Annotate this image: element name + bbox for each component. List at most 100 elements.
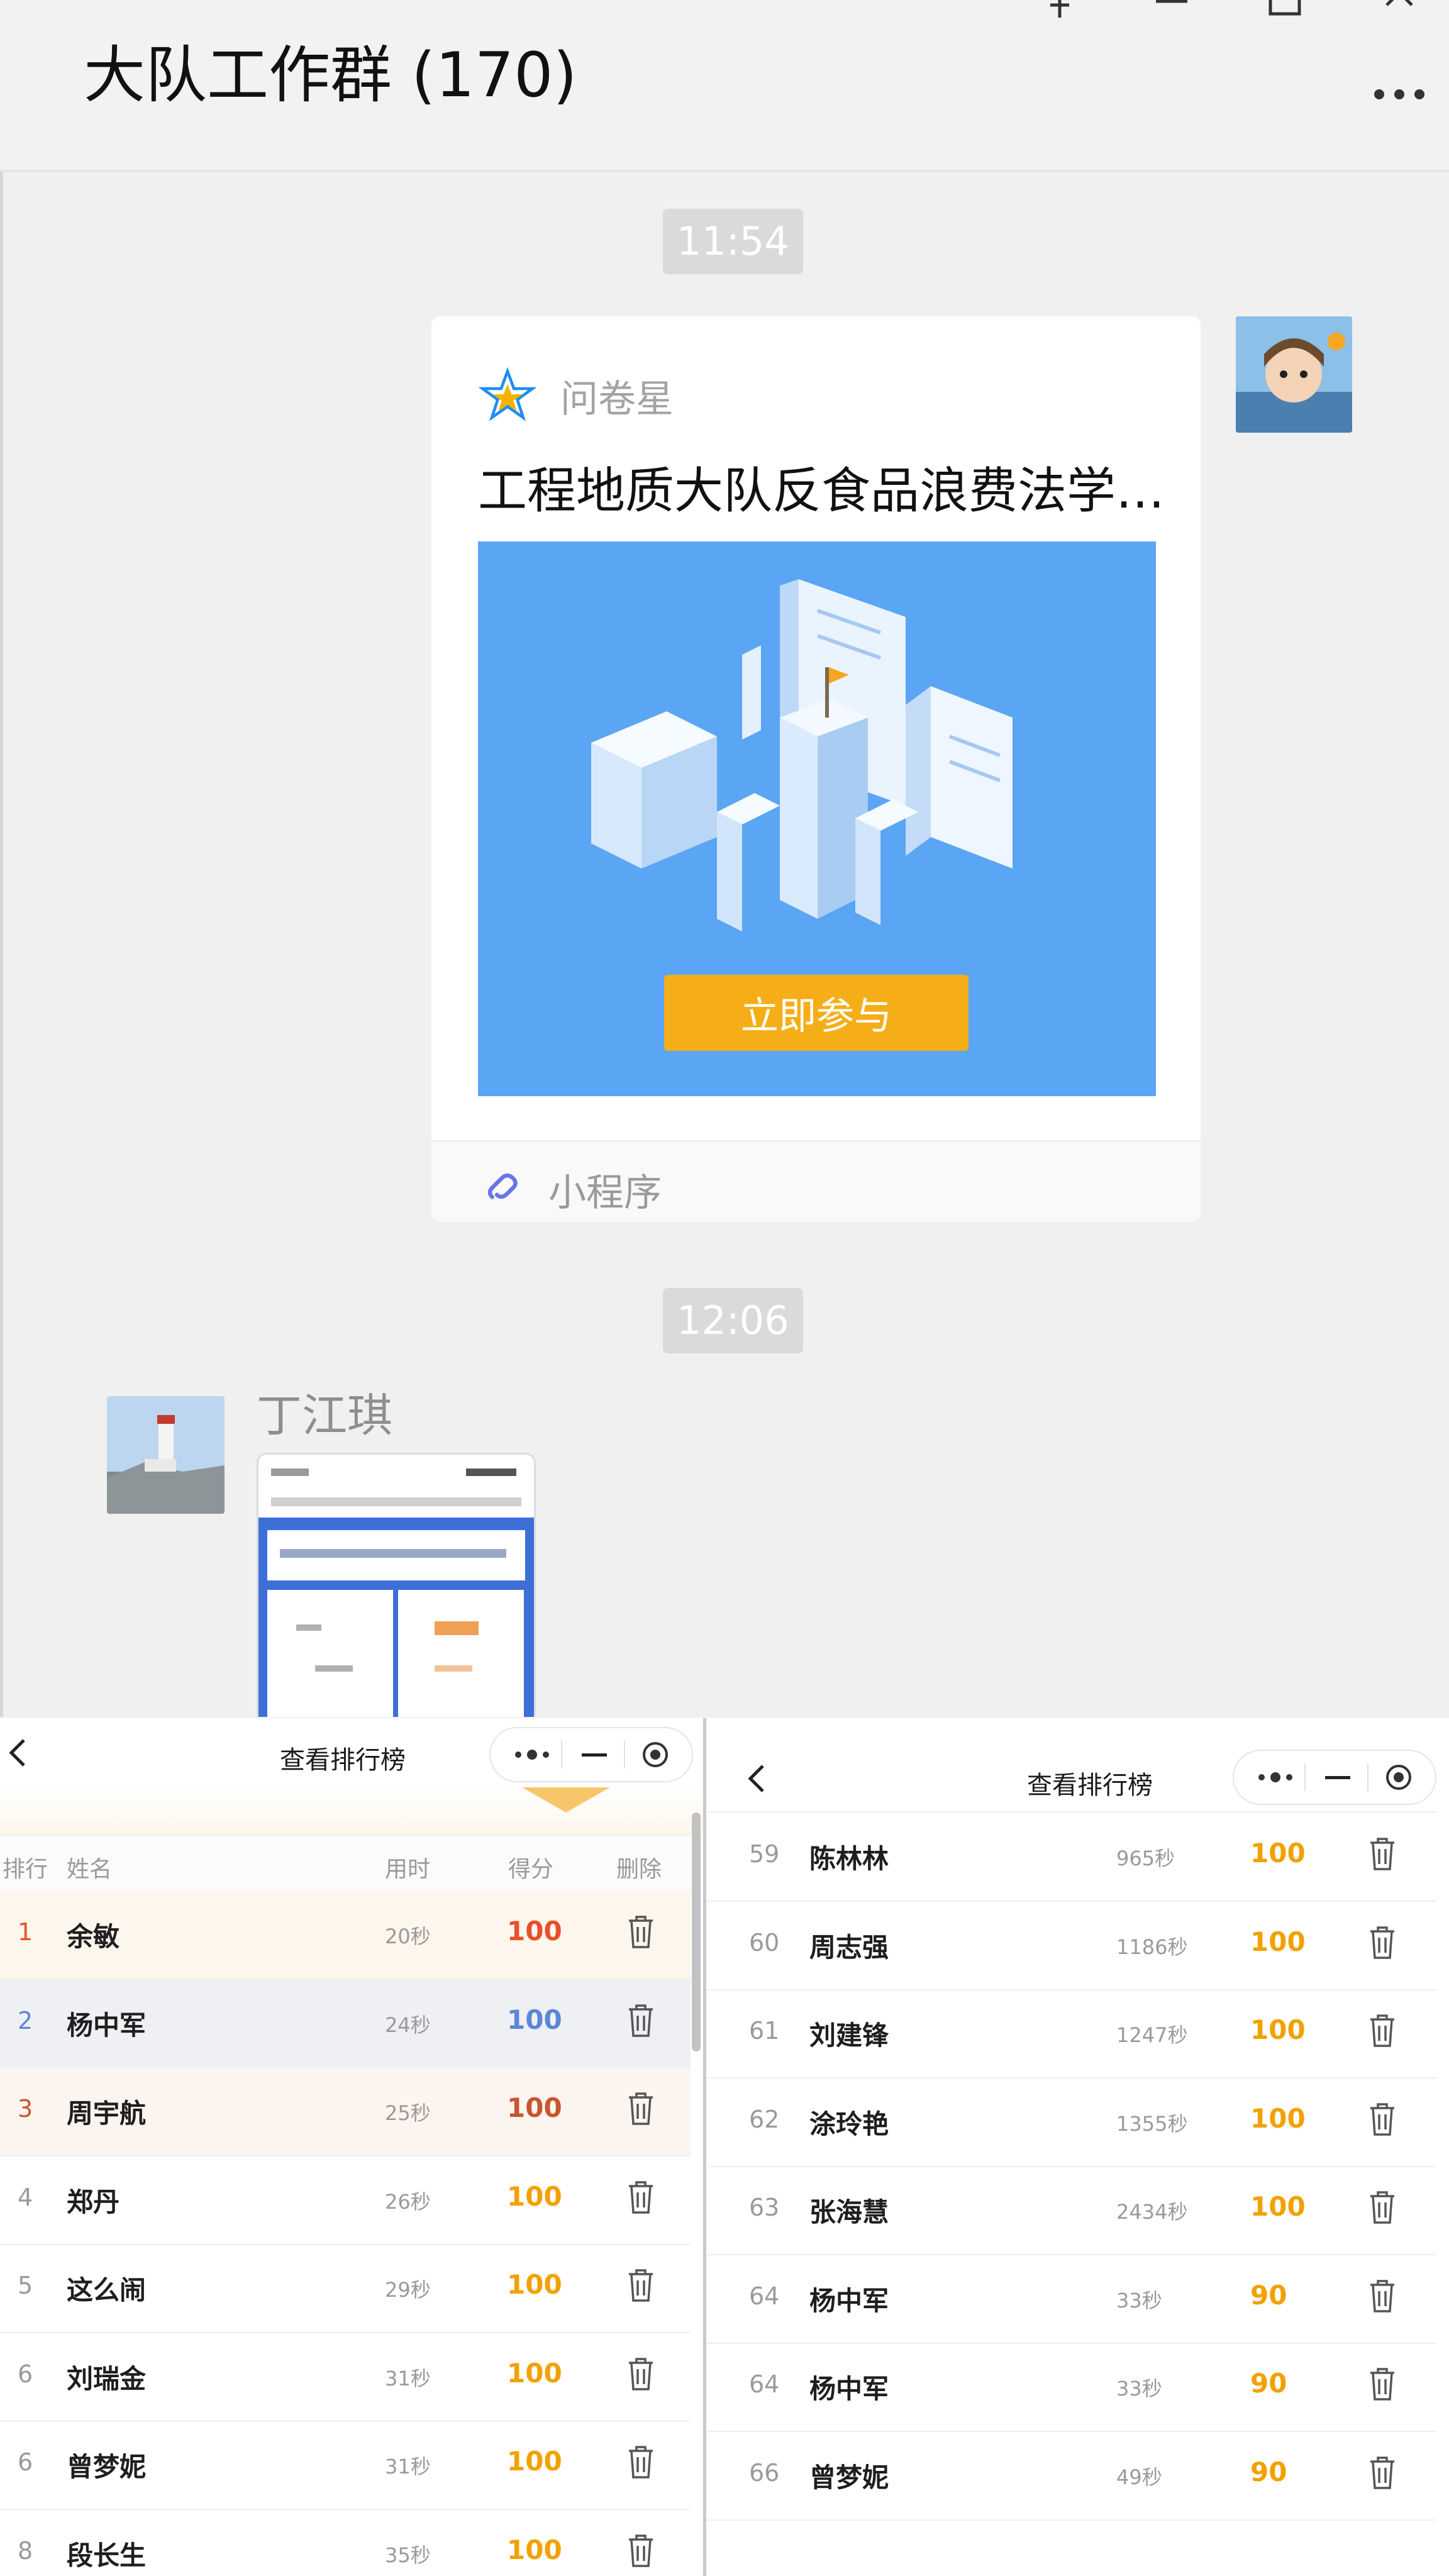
participant-name: 刘瑞金 [67, 2363, 147, 2394]
card-title: 工程地质大队反食品浪费法学… [478, 463, 1163, 519]
participant-name: 这么闹 [67, 2275, 147, 2306]
delete-icon[interactable] [625, 2443, 657, 2481]
rank-number: 6 [18, 2448, 33, 2476]
table-row-partial [706, 1787, 1436, 1813]
rank-number: 59 [749, 1840, 780, 1868]
delete-icon[interactable] [1367, 1924, 1398, 1962]
back-icon[interactable] [0, 1734, 38, 1772]
leaderboard-header: 查看排行榜 [0, 1718, 703, 1787]
leaderboard-header: 查看排行榜 [706, 1718, 1449, 1805]
table-row[interactable]: 5 这么闹 29秒 100 [0, 2244, 691, 2333]
table-row[interactable]: 8 段长生 35秒 100 [0, 2509, 691, 2576]
leaderboard-banner [0, 1787, 703, 1835]
delete-icon[interactable] [625, 2090, 657, 2128]
participant-name: 杨中军 [809, 2373, 889, 2404]
table-row[interactable]: 6 刘瑞金 31秒 100 [0, 2333, 691, 2422]
minimize-icon[interactable] [1143, 0, 1200, 30]
card-source-name: 问卷星 [560, 377, 674, 421]
delete-icon[interactable] [625, 2002, 657, 2040]
chat-window: 大队工作群 (170) 11:54 问卷星 工程地质大队反食品浪费法学… 立即参… [0, 0, 1449, 1717]
delete-icon[interactable] [625, 1913, 657, 1951]
score-value: 90 [1250, 2368, 1287, 2399]
more-options-icon[interactable] [1368, 70, 1431, 114]
column-time: 用时 [385, 1857, 431, 1882]
time-used: 29秒 [385, 2278, 431, 2302]
delete-icon[interactable] [1367, 2454, 1398, 2492]
score-value: 100 [1250, 2191, 1306, 2222]
score-value: 100 [507, 2534, 562, 2565]
close-icon[interactable] [1371, 0, 1428, 30]
table-row[interactable]: 1 余敏 20秒 100 [0, 1890, 691, 1980]
leaderboard-title: 查看排行榜 [280, 1746, 406, 1775]
more-icon[interactable] [513, 1747, 551, 1762]
capsule-separator [561, 1741, 562, 1768]
time-used: 1355秒 [1116, 2111, 1188, 2136]
table-row[interactable]: 66 曾梦妮 49秒 90 [706, 2431, 1436, 2521]
score-value: 90 [1250, 2279, 1287, 2311]
time-used: 965秒 [1116, 1846, 1175, 1870]
more-icon[interactable] [1257, 1770, 1294, 1785]
score-value: 100 [1250, 1838, 1306, 1868]
delete-icon[interactable] [625, 2267, 657, 2304]
table-row[interactable]: 63 张海慧 2434秒 100 [706, 2166, 1436, 2255]
participant-name: 周宇航 [67, 2098, 147, 2129]
delete-icon[interactable] [625, 2532, 657, 2570]
delete-icon[interactable] [1367, 2101, 1398, 2138]
table-row[interactable]: 60 周志强 1186秒 100 [706, 1901, 1436, 1990]
time-used: 49秒 [1116, 2465, 1162, 2489]
delete-icon[interactable] [1367, 1835, 1398, 1873]
column-delete: 删除 [616, 1857, 662, 1882]
delete-icon[interactable] [1367, 2189, 1398, 2226]
table-row[interactable]: 2 杨中军 24秒 100 [0, 1979, 691, 2068]
pin-icon[interactable] [1031, 0, 1088, 30]
join-now-button[interactable]: 立即参与 [664, 975, 969, 1051]
avatar[interactable] [1236, 316, 1352, 433]
minimize-icon[interactable] [582, 1753, 607, 1757]
score-value: 100 [507, 2357, 562, 2389]
close-target-icon[interactable] [641, 1741, 669, 1768]
column-name: 姓名 [67, 1857, 113, 1882]
table-row[interactable]: 61 刘建锋 1247秒 100 [706, 1989, 1436, 2079]
timestamp-badge: 11:54 [663, 209, 803, 274]
table-row[interactable]: 6 曾梦妮 31秒 100 [0, 2421, 691, 2510]
sender-avatar[interactable] [107, 1396, 225, 1514]
rank-number: 1 [18, 1918, 33, 1946]
score-value: 100 [507, 1916, 562, 1946]
delete-icon[interactable] [1367, 2012, 1398, 2050]
sender-name: 丁江琪 [257, 1389, 393, 1442]
participant-name: 陈林林 [809, 1843, 889, 1874]
participant-name: 曾梦妮 [809, 2462, 889, 2493]
table-row[interactable]: 64 杨中军 33秒 90 [706, 2343, 1436, 2432]
score-value: 100 [507, 2092, 562, 2123]
mini-program-capsule [489, 1727, 693, 1782]
table-row[interactable]: 4 郑丹 26秒 100 [0, 2156, 691, 2245]
minimize-icon[interactable] [1325, 1776, 1350, 1779]
table-row[interactable]: 64 杨中军 33秒 90 [706, 2255, 1436, 2344]
time-used: 1186秒 [1116, 1935, 1188, 1959]
rank-number: 63 [749, 2194, 780, 2221]
window-left-border [0, 0, 3, 1717]
delete-icon[interactable] [625, 2179, 657, 2216]
rank-number: 64 [749, 2282, 780, 2310]
mini-program-card[interactable]: 问卷星 工程地质大队反食品浪费法学… 立即参与 小程序 [431, 316, 1201, 1222]
rank-number: 6 [18, 2360, 33, 2388]
scrollbar[interactable] [692, 1813, 701, 2051]
maximize-icon[interactable] [1257, 0, 1313, 30]
screenshot-thumbnail[interactable] [257, 1453, 536, 1717]
table-row[interactable]: 62 涂玲艳 1355秒 100 [706, 2078, 1436, 2167]
table-row[interactable]: 59 陈林林 965秒 100 [706, 1813, 1436, 1902]
score-value: 100 [507, 2269, 562, 2300]
time-used: 33秒 [1116, 2377, 1162, 2401]
rank-number: 3 [18, 2095, 33, 2123]
score-value: 100 [1250, 2014, 1306, 2045]
score-value: 100 [507, 2180, 562, 2212]
timestamp-badge: 12:06 [663, 1288, 803, 1353]
star-icon [479, 367, 536, 421]
table-row[interactable]: 3 周宇航 25秒 100 [0, 2067, 691, 2157]
score-value: 100 [1250, 2102, 1306, 2134]
delete-icon[interactable] [1367, 2277, 1398, 2315]
participant-name: 刘建锋 [809, 2020, 889, 2051]
delete-icon[interactable] [1367, 2365, 1398, 2403]
score-value: 90 [1250, 2456, 1287, 2487]
delete-icon[interactable] [625, 2355, 657, 2393]
